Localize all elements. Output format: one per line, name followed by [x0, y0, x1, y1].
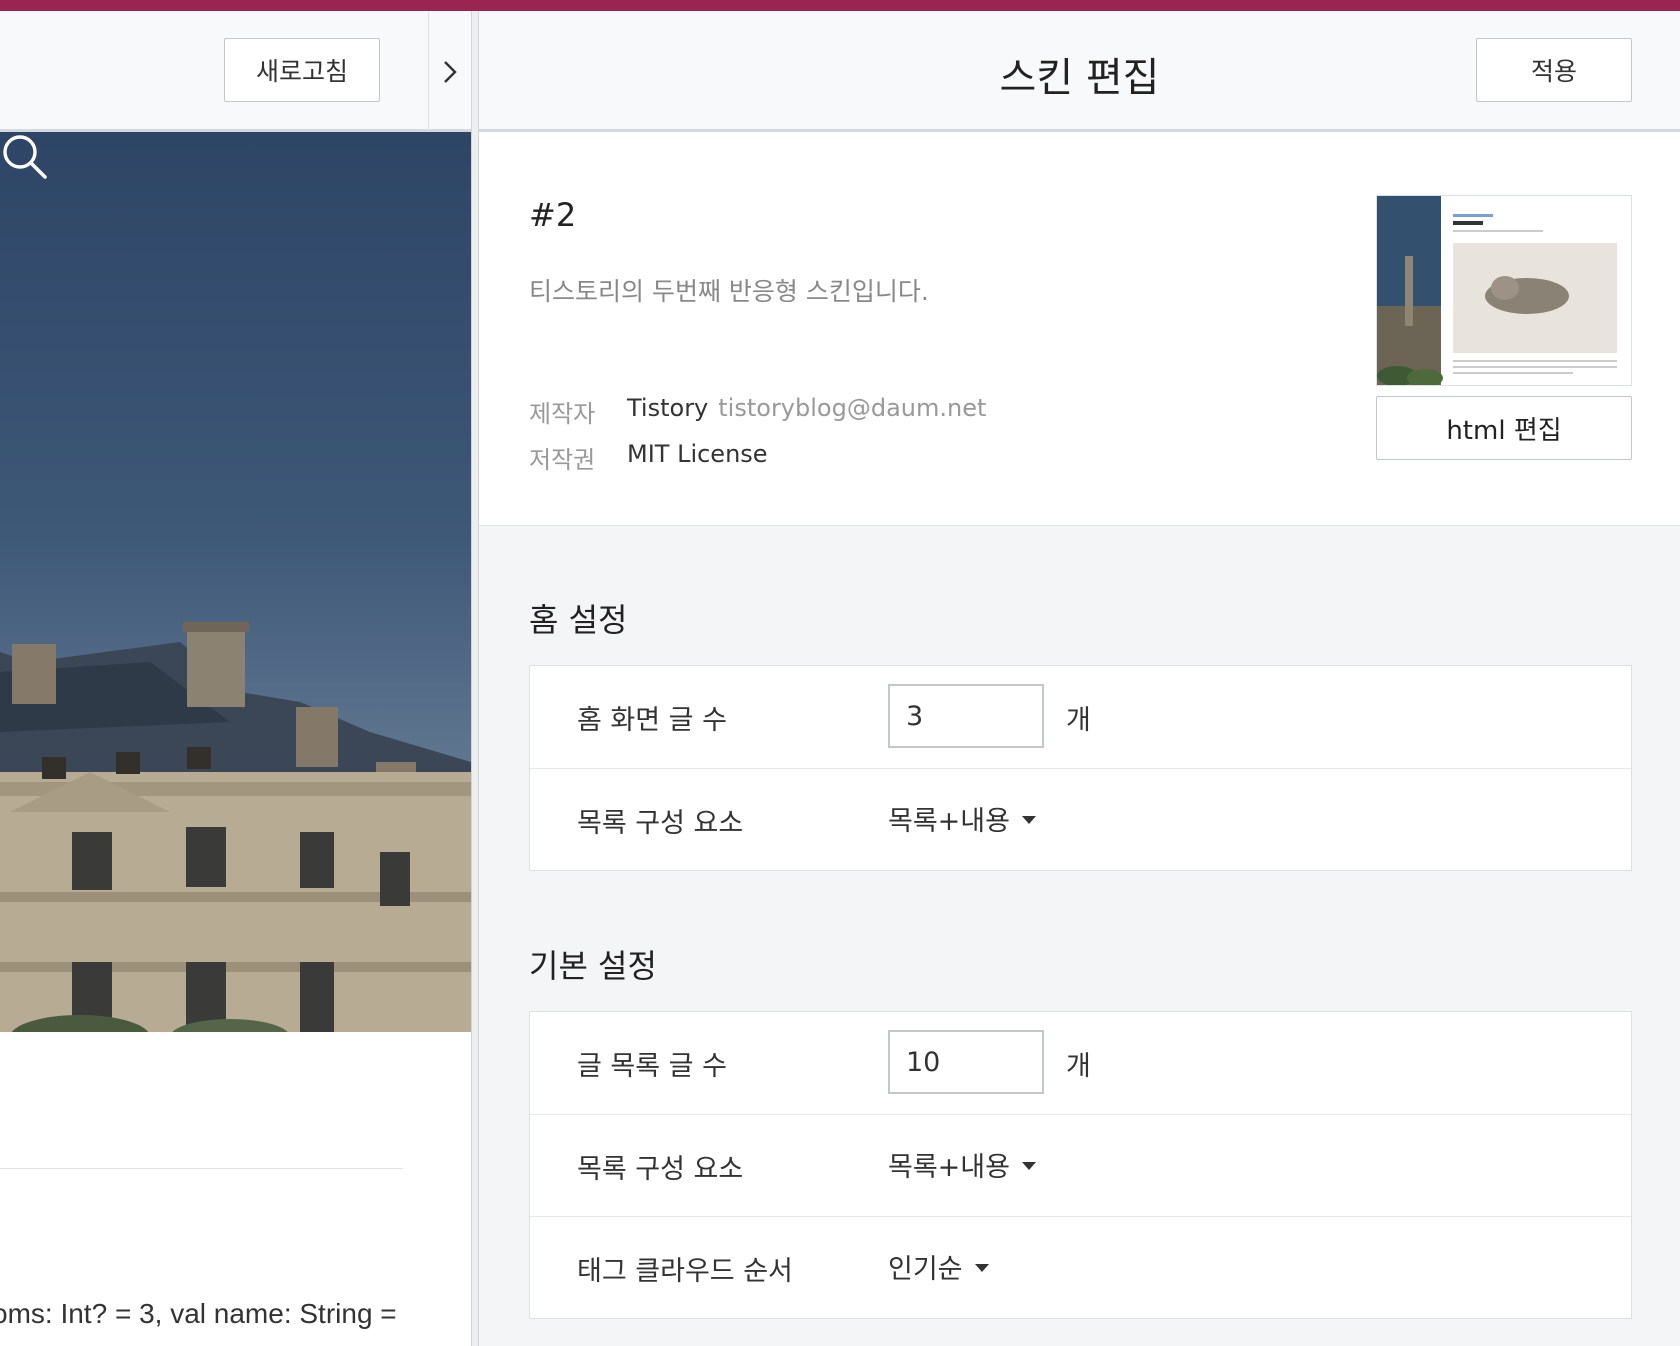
home-post-count-unit: 개 [1066, 705, 1091, 736]
list-component-value: 목록+내용 [888, 1152, 1010, 1183]
skin-editor-pane: 스킨 편집 적용 #2 티스토리의 두번째 반응형 스킨입니다. 제작자 Tis… [479, 11, 1680, 1346]
tag-cloud-order-select[interactable]: 인기순 [888, 1247, 989, 1286]
tag-cloud-order-value: 인기순 [888, 1254, 963, 1285]
author-row: 제작자 Tistory tistoryblog@daum.net [529, 394, 986, 429]
skin-description: 티스토리의 두번째 반응형 스킨입니다. [529, 277, 929, 306]
preview-header: 새로고침 [0, 11, 471, 132]
caret-down-icon [1021, 1161, 1036, 1170]
home-settings-title: 홈 설정 [529, 601, 628, 639]
tag-cloud-order-label: 태그 클라우드 순서 [577, 1256, 793, 1287]
preview-hero-image [0, 132, 471, 1032]
list-component-select[interactable]: 목록+내용 [888, 1145, 1036, 1184]
home-post-count-label: 홈 화면 글 수 [577, 705, 727, 736]
list-component-row: 목록 구성 요소 목록+내용 [530, 1114, 1631, 1216]
editor-header: 스킨 편집 적용 [479, 11, 1680, 132]
author-name: Tistory [627, 394, 709, 422]
caret-down-icon [1021, 815, 1036, 824]
home-list-component-row: 목록 구성 요소 목록+내용 [530, 768, 1631, 870]
list-count-unit: 개 [1066, 1051, 1091, 1082]
tag-cloud-order-row: 태그 클라우드 순서 인기순 [530, 1216, 1631, 1318]
author-label: 제작자 [529, 400, 596, 428]
home-list-component-label: 목록 구성 요소 [577, 808, 744, 839]
list-count-label: 글 목록 글 수 [577, 1051, 727, 1082]
preview-pane: 새로고침 oms: Int? = 3, val name: String = [0, 11, 471, 1346]
html-edit-button[interactable]: html 편집 [1376, 396, 1632, 460]
castle-illustration [0, 622, 471, 1032]
preview-divider [0, 1168, 403, 1169]
search-icon[interactable] [0, 132, 50, 182]
license-value: MIT License [627, 440, 768, 468]
home-post-count-row: 홈 화면 글 수 개 [530, 666, 1631, 768]
caret-down-icon [974, 1263, 989, 1272]
author-email[interactable]: tistoryblog@daum.net [718, 394, 986, 429]
home-list-component-value: 목록+내용 [888, 806, 1010, 837]
apply-button[interactable]: 적용 [1476, 38, 1632, 102]
home-settings-panel: 홈 화면 글 수 개 목록 구성 요소 목록+내용 [529, 665, 1632, 871]
list-component-label: 목록 구성 요소 [577, 1154, 744, 1185]
license-row: 저작권 MIT License [529, 440, 768, 475]
home-list-component-select[interactable]: 목록+내용 [888, 799, 1036, 838]
basic-settings-panel: 글 목록 글 수 개 목록 구성 요소 목록+내용 태그 클라우드 순서 인기순 [529, 1011, 1632, 1319]
skin-info-panel: #2 티스토리의 두번째 반응형 스킨입니다. 제작자 Tistory tist… [479, 132, 1680, 526]
skin-thumbnail [1376, 195, 1632, 386]
home-post-count-input[interactable] [888, 684, 1044, 748]
pane-splitter[interactable] [471, 11, 479, 1346]
list-count-input[interactable] [888, 1030, 1044, 1094]
preview-code-snippet: oms: Int? = 3, val name: String = [0, 1298, 397, 1329]
refresh-button[interactable]: 새로고침 [224, 38, 380, 102]
chevron-right-icon [444, 60, 457, 83]
list-count-row: 글 목록 글 수 개 [530, 1012, 1631, 1114]
license-label: 저작권 [529, 446, 596, 474]
skin-name: #2 [529, 196, 577, 234]
basic-settings-title: 기본 설정 [529, 947, 657, 985]
top-accent-bar [0, 0, 1680, 11]
collapse-preview-button[interactable] [428, 11, 471, 132]
